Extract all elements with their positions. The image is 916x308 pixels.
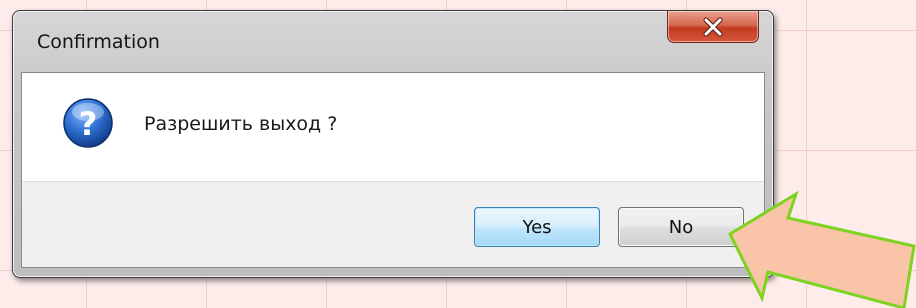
title-bar[interactable]: Confirmation bbox=[13, 11, 773, 71]
message-area: ? Разрешить выход ? bbox=[22, 73, 764, 181]
yes-button[interactable]: Yes bbox=[474, 207, 600, 247]
dialog-title: Confirmation bbox=[37, 31, 160, 53]
dialog-message: Разрешить выход ? bbox=[144, 113, 338, 135]
confirmation-dialog: Confirmation ? Разрешить выход ? Yes No bbox=[12, 10, 774, 278]
dialog-body: ? Разрешить выход ? Yes No bbox=[21, 72, 765, 268]
svg-text:?: ? bbox=[79, 105, 98, 143]
question-icon: ? bbox=[63, 98, 113, 148]
close-button[interactable] bbox=[667, 11, 759, 43]
button-bar: Yes No bbox=[22, 181, 764, 267]
arrow-icon bbox=[728, 190, 916, 308]
close-icon bbox=[703, 17, 723, 36]
